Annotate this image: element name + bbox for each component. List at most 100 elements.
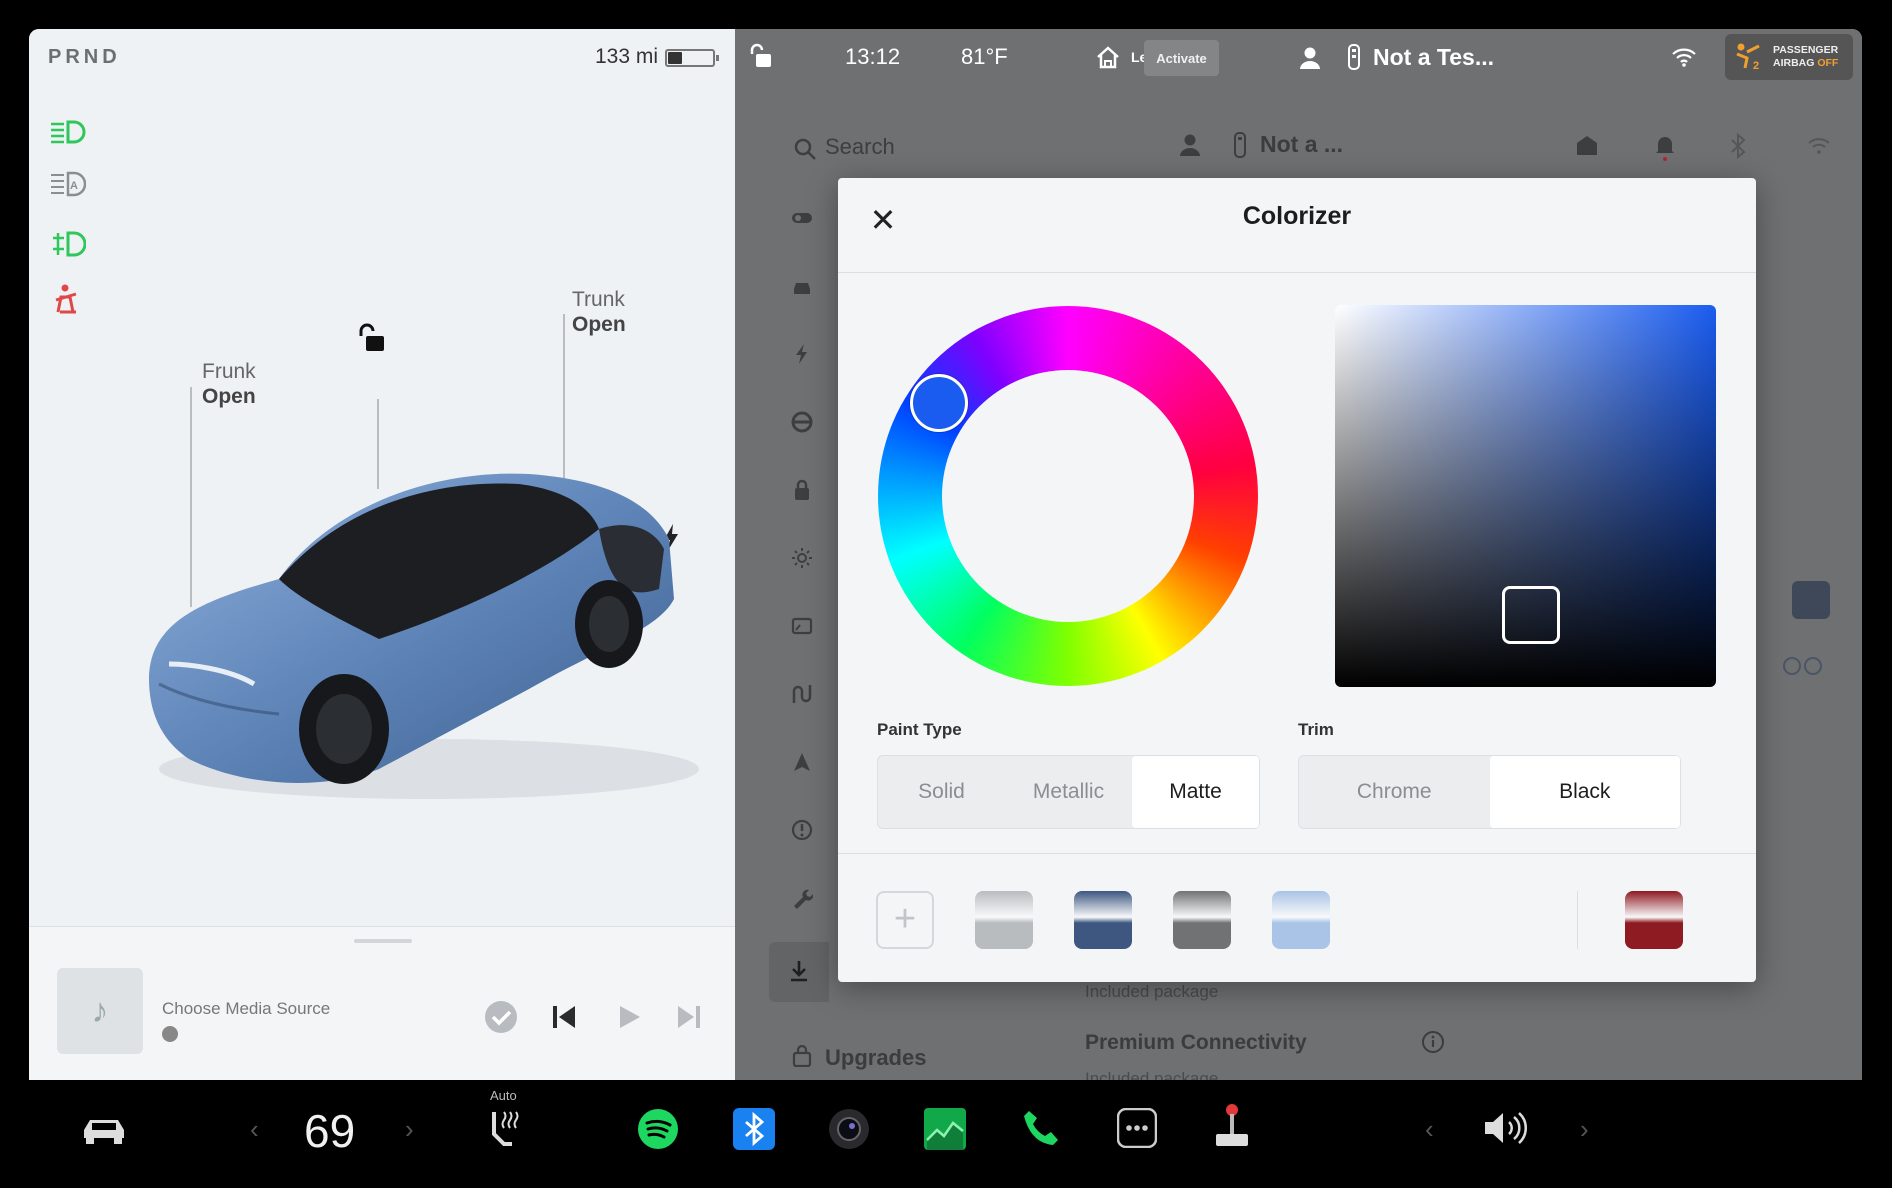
trim-label: Trim (1298, 720, 1334, 739)
safety-icon[interactable] (791, 819, 813, 841)
activate-button[interactable]: Activate (1144, 40, 1219, 76)
saturation-brightness-picker[interactable] (1335, 305, 1716, 687)
trim-black-option[interactable]: Black (1489, 756, 1680, 828)
preset-swatch-silver[interactable] (975, 891, 1033, 949)
next-track-icon[interactable] (674, 1002, 704, 1032)
more-apps-icon[interactable] (1117, 1108, 1157, 1148)
unlock-icon[interactable] (357, 321, 389, 355)
software-tab[interactable] (769, 942, 829, 1002)
bluetooth-status-icon[interactable] (1729, 133, 1747, 159)
energy-app-icon[interactable] (924, 1108, 966, 1150)
hue-wheel-center (942, 370, 1194, 622)
paint-type-label: Paint Type (877, 720, 962, 739)
lights-icon[interactable] (791, 547, 813, 569)
key-fob-icon[interactable] (1347, 43, 1361, 71)
driver-profile-icon[interactable] (1299, 46, 1321, 70)
profile-name[interactable]: Not a Tes... (1373, 44, 1494, 71)
lock-status-icon[interactable] (749, 43, 773, 69)
gear-n: N (83, 46, 103, 68)
bluetooth-icon[interactable] (733, 1108, 775, 1150)
display-icon[interactable] (791, 615, 813, 637)
garage-icon[interactable] (1575, 133, 1599, 157)
navigation-icon[interactable] (791, 751, 813, 773)
album-art[interactable]: ♪ (57, 968, 143, 1054)
airbag-off: OFF (1817, 57, 1839, 69)
bottom-dock: ‹ 69 › Auto ‹ › (0, 1080, 1892, 1188)
volume-down-icon[interactable]: ‹ (1425, 1114, 1434, 1145)
settings-profile-name[interactable]: Not a ... (1260, 131, 1343, 158)
play-icon[interactable] (614, 1002, 644, 1032)
add-preset-icon[interactable]: + (876, 891, 934, 949)
saturation-selector-handle[interactable] (1502, 586, 1560, 644)
temp-down-icon[interactable]: ‹ (250, 1114, 259, 1145)
preset-swatch-gray[interactable] (1173, 891, 1231, 949)
included-package-label-2: Included package (1085, 1069, 1219, 1080)
locks-icon[interactable] (791, 479, 813, 501)
gear-p: P (48, 46, 66, 68)
car-icon[interactable] (80, 1110, 128, 1150)
seat-heater-icon[interactable] (488, 1108, 522, 1148)
service-wrench-icon[interactable] (791, 887, 813, 909)
paint-solid-option[interactable]: Solid (878, 756, 1005, 828)
previous-track-icon[interactable] (549, 1002, 579, 1032)
autopilot-icon[interactable] (791, 411, 813, 433)
preset-swatch-blue[interactable] (1074, 891, 1132, 949)
headlights-icon (51, 120, 86, 144)
range-readout: 133 mi (595, 45, 659, 68)
upgrades-bag-icon[interactable] (791, 1045, 813, 1067)
svg-text:A: A (70, 180, 78, 192)
favorite-check-icon[interactable] (484, 1000, 518, 1034)
seatbelt-warning-icon (55, 284, 77, 314)
media-source-title[interactable]: Choose Media Source (162, 999, 330, 1019)
notification-bell-icon[interactable] (1655, 133, 1675, 161)
joystick-icon[interactable] (1212, 1102, 1252, 1150)
airbag-line2: AIRBAG (1773, 57, 1815, 69)
volume-icon[interactable] (1482, 1108, 1528, 1148)
airbag-icon: 2 (1736, 43, 1760, 72)
trips-icon[interactable] (791, 683, 813, 705)
swatch-divider (1577, 891, 1578, 949)
airbag-line1: PASSENGER (1773, 44, 1839, 56)
car-color-thumbnail[interactable] (1792, 581, 1830, 619)
phone-icon[interactable] (1020, 1108, 1062, 1150)
trunk-callout[interactable]: Trunk Open (572, 287, 626, 337)
settings-profile-icon[interactable] (1179, 133, 1201, 157)
preset-swatch-light-blue[interactable] (1272, 891, 1330, 949)
hue-selector-handle[interactable] (910, 374, 968, 432)
gear-d: D (102, 46, 121, 68)
preset-swatch-red[interactable] (1625, 891, 1683, 949)
paint-metallic-option[interactable]: Metallic (1005, 756, 1132, 828)
upgrades-label[interactable]: Upgrades (825, 1045, 926, 1071)
cabin-temperature[interactable]: 69 (304, 1104, 355, 1158)
passenger-airbag-status: 2 PASSENGER AIRBAG OFF (1725, 34, 1853, 80)
volume-up-icon[interactable]: › (1580, 1114, 1589, 1145)
hue-color-wheel[interactable] (878, 306, 1258, 686)
download-icon (791, 961, 807, 982)
status-bar: 13:12 81°F Left Activate Not a Tes... 2 … (735, 29, 1862, 87)
media-player: ♪ Choose Media Source (29, 926, 735, 1080)
search-icon[interactable] (793, 137, 817, 161)
media-drag-handle[interactable] (354, 939, 412, 943)
wheel-options-icon[interactable] (1781, 655, 1825, 677)
trunk-label: Trunk (572, 288, 625, 311)
controls-toggle-icon[interactable] (791, 207, 813, 229)
trim-chrome-option[interactable]: Chrome (1299, 756, 1490, 828)
premium-connectivity-label[interactable]: Premium Connectivity (1085, 1031, 1307, 1055)
frunk-state: Open (202, 385, 256, 408)
camera-icon[interactable] (828, 1108, 870, 1150)
temp-up-icon[interactable]: › (405, 1114, 414, 1145)
wifi-icon[interactable] (1671, 47, 1697, 67)
pedals-steering-icon[interactable] (791, 275, 813, 297)
charging-icon[interactable] (791, 343, 813, 365)
trim-selector: Chrome Black (1298, 755, 1681, 829)
info-icon[interactable] (1421, 1030, 1445, 1054)
frunk-callout[interactable]: Frunk Open (202, 359, 256, 409)
gear-selector: PRND (48, 46, 121, 69)
settings-search[interactable]: Search (825, 134, 895, 160)
gear-r: R (65, 46, 84, 68)
settings-key-icon[interactable] (1233, 131, 1247, 159)
settings-wifi-icon[interactable] (1807, 137, 1831, 155)
paint-matte-option[interactable]: Matte (1132, 756, 1259, 828)
spotify-icon[interactable] (637, 1108, 679, 1150)
homelink-icon[interactable] (1095, 45, 1121, 69)
